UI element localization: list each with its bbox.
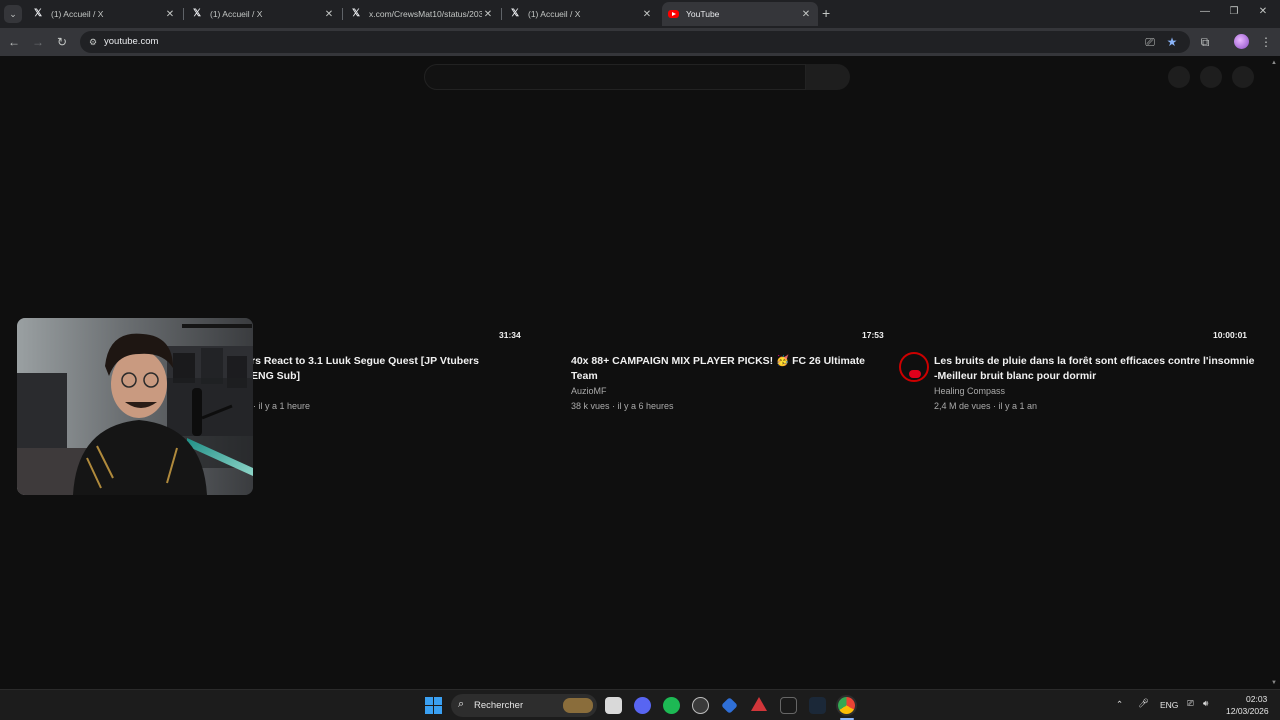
tab-title: x.com/CrewsMat10/status/2031 [369,9,482,19]
restore-icon[interactable]: ❐ [1227,6,1241,17]
video-title-line: ENG Sub] [251,370,300,382]
channel-avatar[interactable] [899,352,929,382]
tab-separator [501,8,502,20]
video-meta: 38 k vues · il y a 6 heures [571,401,674,411]
back-arrow-icon[interactable]: ← [6,34,22,50]
browser-tab-active[interactable]: YouTube ✕ [662,2,818,26]
tab-title: (1) Accueil / X [210,9,263,19]
x-logo-icon: 𝕏 [192,8,202,19]
tab-title: (1) Accueil / X [51,9,104,19]
scrollbar-down-arrow-icon[interactable]: ▼ [1271,680,1277,686]
browser-tab[interactable]: 𝕏 x.com/CrewsMat10/status/2031 ✕ [344,2,500,26]
video-title[interactable]: Les bruits de pluie dans la forêt sont e… [934,354,1255,384]
clock-time[interactable]: 02:03 [1246,694,1267,704]
tab-close-icon[interactable]: ✕ [482,9,494,20]
search-highlight-image [563,698,593,713]
site-settings-icon[interactable]: ⚙ [86,35,100,49]
tab-close-icon[interactable]: ✕ [323,9,335,20]
clock-date[interactable]: 12/03/2026 [1226,706,1269,716]
video-title-line: Les bruits de pluie dans la forêt sont e… [934,355,1255,367]
youtube-search-input[interactable] [424,64,806,90]
address-bar[interactable]: ⚙ youtube.com [80,31,1190,53]
forward-arrow-icon[interactable]: → [30,34,46,50]
tab-close-icon[interactable]: ✕ [800,9,812,20]
video-title-line: -Meilleur bruit blanc pour dormir [934,370,1097,382]
tab-separator [342,8,343,20]
address-url[interactable]: youtube.com [104,36,158,47]
youtube-page: ▲ ▼ 31:34 rs React to 3.1 Luuk Segue Que… [0,56,1280,689]
tab-search-chevron-icon[interactable]: ⌄ [4,5,22,23]
x-logo-icon: 𝕏 [33,8,43,19]
search-icon: ⌕ [458,698,465,710]
video-meta: 2,4 M de vues · il y a 1 an [934,401,1038,411]
video-title-line: rs React to 3.1 Luuk Segue Quest [JP Vtu… [251,355,479,367]
account-avatar[interactable] [1232,66,1254,88]
webcam-feed-image [17,318,253,495]
app-diamond-icon[interactable] [721,697,738,714]
video-channel[interactable]: AuzioMF [571,384,607,399]
webcam-overlay [17,318,253,495]
windows-taskbar: ⌕ Rechercher ⌃ 🎤︎ ENG ⎚ 🔊︎ 02:03 12/03/2… [0,689,1280,720]
discord-icon[interactable] [634,697,651,714]
browser-tab[interactable]: 𝕏 (1) Accueil / X ✕ [503,2,659,26]
steam-icon[interactable] [809,697,826,714]
tab-close-icon[interactable]: ✕ [641,9,653,20]
bookmark-star-icon[interactable]: ★ [1164,34,1180,50]
taskbar-search[interactable]: ⌕ Rechercher [451,694,597,717]
youtube-icon [668,10,679,18]
spotify-icon[interactable] [663,697,680,714]
language-indicator[interactable]: ENG [1160,700,1178,710]
extensions-icon[interactable]: ⧉ [1197,34,1213,50]
x-logo-icon: 𝕏 [351,8,361,19]
video-duration: 10:00:01 [1213,330,1248,340]
create-icon[interactable] [1168,66,1190,88]
profile-avatar[interactable] [1234,34,1249,49]
file-explorer-icon[interactable] [605,697,622,714]
microphone-icon[interactable]: 🎤︎ [1138,698,1149,709]
browser-toolbar: ← → ↻ ⚙ youtube.com ⎚ ★ ⧉ ⋮ [0,28,1280,56]
tab-title: (1) Accueil / X [528,9,581,19]
video-title[interactable]: rs React to 3.1 Luuk Segue Quest [JP Vtu… [251,354,479,384]
tray-overflow-chevron-icon[interactable]: ⌃ [1116,699,1123,710]
scrollbar-up-arrow-icon[interactable]: ▲ [1271,60,1277,66]
browser-tab[interactable]: 𝕏 (1) Accueil / X ✕ [185,2,341,26]
volume-icon[interactable]: 🔊︎ [1203,698,1208,709]
reload-icon[interactable]: ↻ [54,34,70,50]
chrome-icon[interactable] [838,697,855,714]
browser-tab-strip: ⌄ 𝕏 (1) Accueil / X ✕ 𝕏 (1) Accueil / X … [0,0,1280,28]
windows-start-icon[interactable] [425,697,442,714]
capcut-icon[interactable] [780,697,797,714]
notifications-icon[interactable] [1200,66,1222,88]
tab-title: YouTube [686,9,720,19]
tab-separator [183,8,184,20]
video-meta: · il y a 1 heure [253,401,311,411]
taskbar-search-label: Rechercher [474,700,524,711]
browser-tab[interactable]: 𝕏 (1) Accueil / X ✕ [26,2,182,26]
video-channel[interactable]: Healing Compass [934,384,1005,399]
minimize-icon[interactable]: — [1198,6,1212,17]
youtube-search-button[interactable] [806,64,850,90]
cast-icon[interactable]: ⎚ [1142,34,1158,50]
tab-close-icon[interactable]: ✕ [164,9,176,20]
video-duration: 31:34 [499,330,521,340]
video-title-line: 40x 88+ CAMPAIGN MIX PLAYER PICKS! 🥳 FC … [571,355,866,367]
browser-menu-icon[interactable]: ⋮ [1258,34,1274,50]
network-icon[interactable]: ⎚ [1187,698,1194,709]
riot-client-icon[interactable] [751,697,767,711]
obs-icon[interactable] [692,697,709,714]
video-title-line: Team [571,370,598,382]
window-close-icon[interactable]: ✕ [1256,6,1270,17]
video-title[interactable]: 40x 88+ CAMPAIGN MIX PLAYER PICKS! 🥳 FC … [571,354,865,384]
new-tab-button[interactable]: + [822,6,830,20]
video-duration: 17:53 [862,330,884,340]
x-logo-icon: 𝕏 [510,8,520,19]
